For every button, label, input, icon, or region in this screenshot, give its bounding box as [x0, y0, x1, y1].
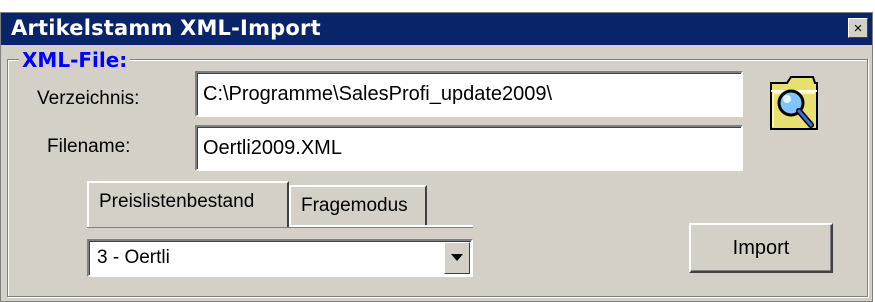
tab-strip-shadow: [87, 227, 473, 228]
dropdown-button[interactable]: [444, 242, 470, 274]
pricelist-select[interactable]: 3 - Oertli: [87, 239, 473, 277]
close-button[interactable]: ×: [848, 18, 868, 38]
pricelist-select-value: 3 - Oertli: [97, 247, 170, 268]
import-dialog: Artikelstamm XML-Import × XML-File: Verz…: [0, 12, 873, 302]
tab-label: Fragemodus: [301, 195, 408, 216]
window-title: Artikelstamm XML-Import: [11, 16, 321, 40]
group-legend: XML-File:: [19, 48, 131, 72]
title-bar[interactable]: Artikelstamm XML-Import ×: [1, 13, 872, 45]
directory-label: Verzeichnis:: [37, 88, 140, 109]
tab-label: Preislistenbestand: [99, 191, 255, 212]
tab-fragemodus[interactable]: Fragemodus: [289, 185, 427, 225]
chevron-down-icon: [451, 254, 463, 261]
browse-folder-button[interactable]: [763, 69, 825, 135]
tab-preislistenbestand[interactable]: Preislistenbestand: [87, 181, 289, 227]
import-button[interactable]: Import: [689, 223, 833, 273]
close-icon: ×: [853, 19, 863, 37]
filename-input[interactable]: Oertli2009.XML: [195, 125, 743, 171]
filename-label: Filename:: [47, 136, 131, 157]
folder-search-icon: [770, 76, 818, 130]
directory-input[interactable]: C:\Programme\SalesProfi_update2009\: [195, 71, 743, 117]
